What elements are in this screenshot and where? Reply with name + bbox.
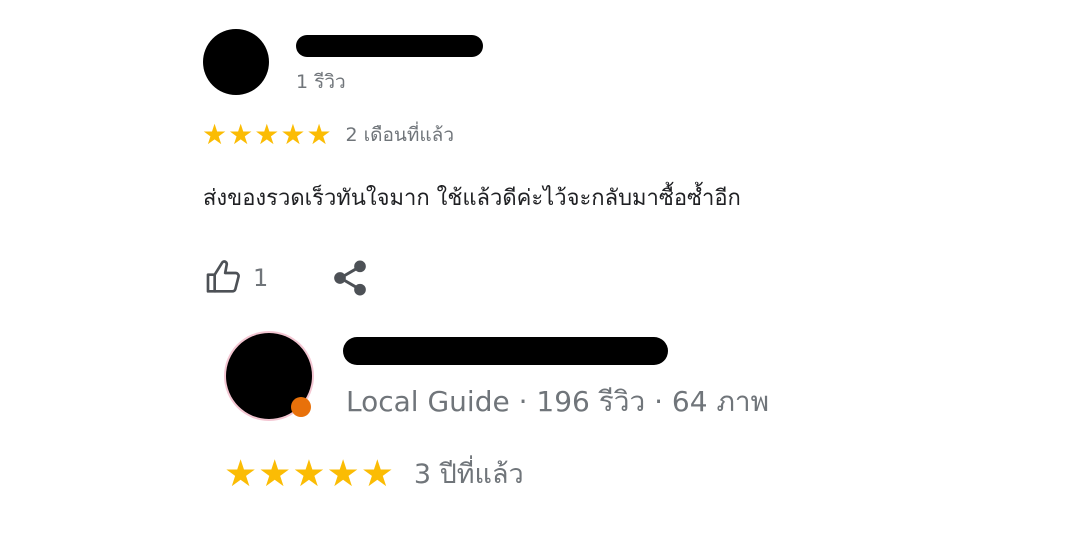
star-icon: ★: [202, 118, 228, 151]
reviewer-meta: Local Guide · 196 รีวิว · 64 ภาพ: [346, 385, 770, 418]
like-count: 1: [253, 264, 269, 292]
reviewer-name-redacted[interactable]: [296, 35, 483, 57]
star-icon: ★: [280, 118, 306, 151]
star-icon: ★: [326, 452, 360, 495]
share-icon[interactable]: [330, 258, 370, 298]
star-icon: ★: [228, 118, 254, 151]
reviewer-name-redacted[interactable]: [343, 337, 668, 365]
star-icon: ★: [360, 452, 394, 495]
review-text: ส่งของรวดเร็วทันใจมาก ใช้แล้วดีค่ะไว้จะก…: [203, 186, 741, 211]
review-date: 2 เดือนที่แล้ว: [345, 124, 454, 146]
star-icon: ★: [258, 452, 292, 495]
review-actions: 1: [203, 258, 370, 298]
star-icon: ★: [224, 452, 258, 495]
reviewer-meta: 1 รีวิว: [296, 71, 346, 93]
star-icon: ★: [292, 452, 326, 495]
reviews-panel: 1 รีวิว ★ ★ ★ ★ ★ 2 เดือนที่แล้ว ส่งของร…: [0, 0, 1080, 540]
reviewer-avatar[interactable]: [203, 29, 269, 95]
local-guide-badge-icon: [291, 397, 311, 417]
rating-row: ★ ★ ★ ★ ★ 3 ปีที่แล้ว: [224, 452, 524, 495]
thumbs-up-icon: [203, 258, 243, 298]
star-icon: ★: [306, 118, 332, 151]
like-button[interactable]: 1: [203, 258, 268, 298]
rating-row: ★ ★ ★ ★ ★ 2 เดือนที่แล้ว: [202, 120, 454, 150]
star-icon: ★: [254, 118, 280, 151]
review-date: 3 ปีที่แล้ว: [413, 459, 524, 490]
